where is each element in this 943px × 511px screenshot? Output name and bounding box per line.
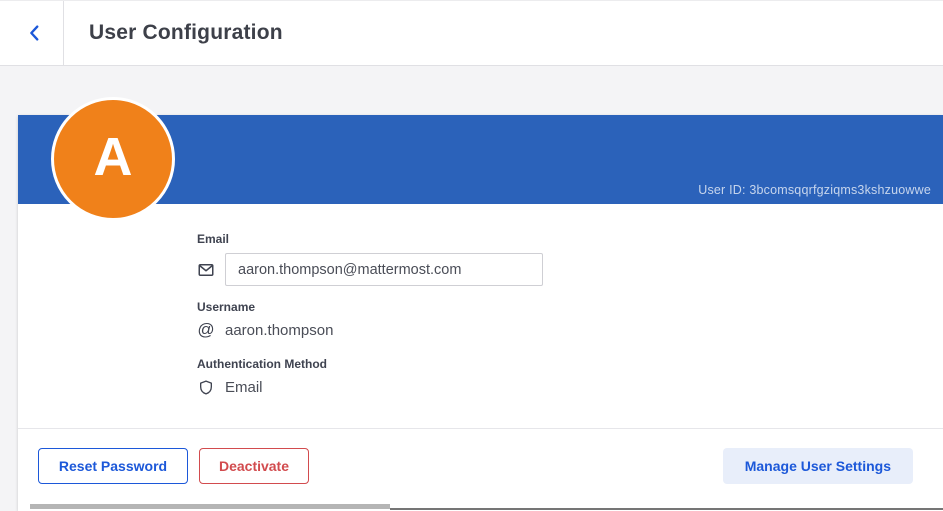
- mail-icon: [197, 261, 215, 279]
- username-row: @ aaron.thompson: [197, 319, 333, 341]
- reset-password-button[interactable]: Reset Password: [38, 448, 188, 484]
- auth-method-label: Authentication Method: [197, 357, 327, 371]
- email-input[interactable]: [225, 253, 543, 286]
- user-configuration-page: User Configuration User ID: 3bcomsqqrfgz…: [0, 0, 943, 511]
- avatar: A: [51, 97, 175, 221]
- auth-method-row: Email: [197, 376, 263, 398]
- at-sign-icon: @: [197, 321, 215, 339]
- deactivate-button[interactable]: Deactivate: [199, 448, 309, 484]
- chevron-left-icon: [24, 22, 46, 47]
- manage-user-settings-button[interactable]: Manage User Settings: [723, 448, 913, 484]
- email-label: Email: [197, 232, 229, 246]
- avatar-letter: A: [94, 130, 133, 188]
- shield-icon: [197, 378, 215, 396]
- user-id-text: User ID: 3bcomsqqrfgziqms3kshzuowwe: [698, 183, 931, 197]
- horizontal-scrollbar-thumb[interactable]: [30, 504, 390, 509]
- page-title: User Configuration: [89, 21, 283, 45]
- username-value: aaron.thompson: [225, 322, 333, 339]
- page-header: User Configuration: [0, 0, 943, 66]
- card-footer: Reset Password Deactivate Manage User Se…: [18, 428, 943, 511]
- auth-method-value: Email: [225, 379, 263, 396]
- header-divider: [63, 1, 64, 66]
- horizontal-scrollbar-track: [390, 508, 943, 510]
- email-row: [197, 253, 543, 286]
- username-label: Username: [197, 300, 255, 314]
- user-card: User ID: 3bcomsqqrfgziqms3kshzuowwe A Em…: [18, 115, 943, 511]
- back-button[interactable]: [18, 17, 52, 51]
